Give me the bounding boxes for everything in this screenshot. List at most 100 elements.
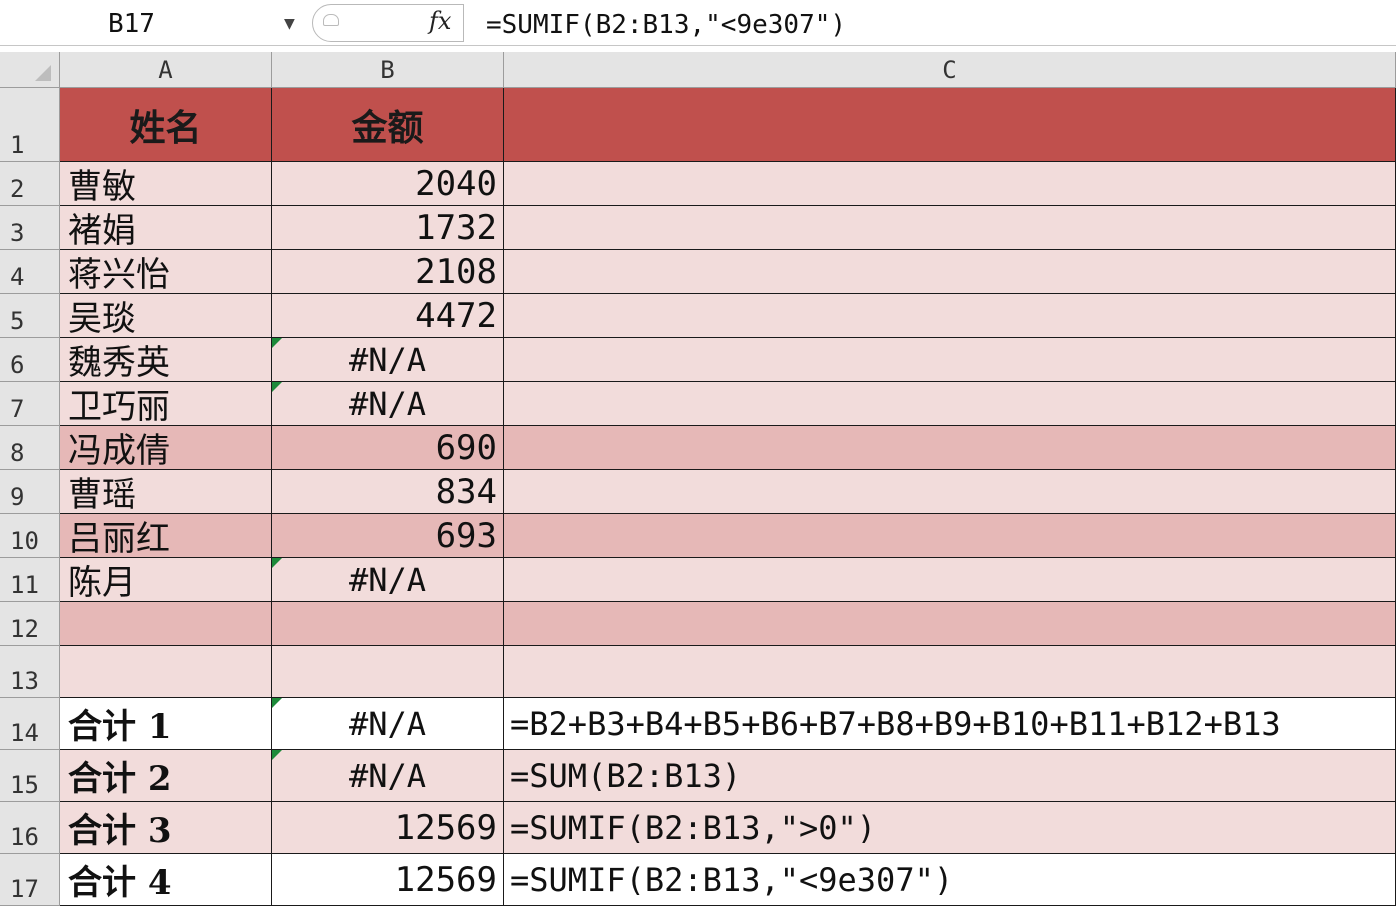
- row-header-13[interactable]: 13: [0, 646, 60, 698]
- row-header-15[interactable]: 15: [0, 750, 60, 802]
- column-header-a[interactable]: A: [60, 52, 272, 88]
- cell-c7[interactable]: [504, 382, 1396, 426]
- cell-c16[interactable]: =SUMIF(B2:B13,">0"): [504, 802, 1396, 854]
- cell-a17[interactable]: 合计 4: [60, 854, 272, 906]
- error-indicator-icon[interactable]: [272, 338, 282, 348]
- cell-c15[interactable]: =SUM(B2:B13): [504, 750, 1396, 802]
- row-header-11[interactable]: 11: [0, 558, 60, 602]
- cell-b1[interactable]: 金额: [272, 88, 504, 162]
- row-header-16[interactable]: 16: [0, 802, 60, 854]
- cell-c6[interactable]: [504, 338, 1396, 382]
- row-header-9[interactable]: 9: [0, 470, 60, 514]
- cell-b6-value: #N/A: [348, 340, 427, 379]
- cell-a7[interactable]: 卫巧丽: [60, 382, 272, 426]
- cell-b5-value: 4472: [415, 295, 497, 336]
- cell-a2[interactable]: 曹敏: [60, 162, 272, 206]
- insert-function-handle-icon[interactable]: [323, 14, 339, 26]
- name-box-value[interactable]: B17: [108, 6, 155, 42]
- error-indicator-icon[interactable]: [272, 382, 282, 392]
- cell-b1-value: 金额: [351, 106, 424, 149]
- cell-c13[interactable]: [504, 646, 1396, 698]
- cell-a3[interactable]: 褚娟: [60, 206, 272, 250]
- row-header-1[interactable]: 1: [0, 88, 60, 162]
- cell-c3[interactable]: [504, 206, 1396, 250]
- cell-c5[interactable]: [504, 294, 1396, 338]
- cell-a1[interactable]: 姓名: [60, 88, 272, 162]
- cell-b15-value: #N/A: [348, 756, 427, 795]
- cell-c4[interactable]: [504, 250, 1396, 294]
- cell-a8[interactable]: 冯成倩: [60, 426, 272, 470]
- error-indicator-icon[interactable]: [272, 750, 282, 760]
- cell-c9[interactable]: [504, 470, 1396, 514]
- cell-a10[interactable]: 吕丽红: [60, 514, 272, 558]
- cell-c1[interactable]: [504, 88, 1396, 162]
- cell-b9[interactable]: 834: [272, 470, 504, 514]
- row-header-5[interactable]: 5: [0, 294, 60, 338]
- cell-a11[interactable]: 陈月: [60, 558, 272, 602]
- column-header-b[interactable]: B: [272, 52, 504, 88]
- cell-b8[interactable]: 690: [272, 426, 504, 470]
- select-all-icon: [35, 65, 51, 81]
- row-header-4[interactable]: 4: [0, 250, 60, 294]
- row-header-17[interactable]: 17: [0, 854, 60, 906]
- cell-b12[interactable]: [272, 602, 504, 646]
- cell-b13[interactable]: [272, 646, 504, 698]
- cell-b5[interactable]: 4472: [272, 294, 504, 338]
- cell-b15[interactable]: #N/A: [272, 750, 504, 802]
- row-header-8[interactable]: 8: [0, 426, 60, 470]
- cell-a13[interactable]: [60, 646, 272, 698]
- cell-b10-value: 693: [435, 515, 497, 556]
- row-header-10[interactable]: 10: [0, 514, 60, 558]
- cell-a4[interactable]: 蒋兴怡: [60, 250, 272, 294]
- function-area: fx: [312, 4, 464, 42]
- row-header-2[interactable]: 2: [0, 162, 60, 206]
- cell-b16[interactable]: 12569: [272, 802, 504, 854]
- cell-b9-value: 834: [435, 471, 497, 512]
- cell-b3-value: 1732: [415, 207, 497, 248]
- cell-b6[interactable]: #N/A: [272, 338, 504, 382]
- cell-b16-value: 12569: [394, 807, 497, 848]
- cell-a14[interactable]: 合计 1: [60, 698, 272, 750]
- cell-b11-value: #N/A: [348, 560, 427, 599]
- cell-a15[interactable]: 合计 2: [60, 750, 272, 802]
- worksheet-grid: A B C 1 姓名 金额 2 曹敏 2040 3 褚娟 1732 4 蒋兴怡 2108 5 吴琰 4472…: [0, 52, 1396, 906]
- cell-b11[interactable]: #N/A: [272, 558, 504, 602]
- formula-input[interactable]: =SUMIF(B2:B13,"<9e307"): [486, 6, 846, 44]
- cell-c12[interactable]: [504, 602, 1396, 646]
- chevron-down-icon[interactable]: ▼: [284, 6, 295, 42]
- insert-function-icon[interactable]: fx: [429, 7, 451, 35]
- column-header-c[interactable]: C: [504, 52, 1396, 88]
- cell-a16[interactable]: 合计 3: [60, 802, 272, 854]
- cell-a6[interactable]: 魏秀英: [60, 338, 272, 382]
- cell-b3[interactable]: 1732: [272, 206, 504, 250]
- row-header-6[interactable]: 6: [0, 338, 60, 382]
- cell-b14[interactable]: #N/A: [272, 698, 504, 750]
- error-indicator-icon[interactable]: [272, 558, 282, 568]
- row-header-12[interactable]: 12: [0, 602, 60, 646]
- cell-b2-value: 2040: [415, 163, 497, 204]
- select-all-corner[interactable]: [0, 52, 60, 88]
- cell-c17[interactable]: =SUMIF(B2:B13,"<9e307"): [504, 854, 1396, 906]
- row-header-3[interactable]: 3: [0, 206, 60, 250]
- error-indicator-icon[interactable]: [272, 698, 282, 708]
- cell-b7[interactable]: #N/A: [272, 382, 504, 426]
- cell-b14-value: #N/A: [348, 704, 427, 743]
- cell-c11[interactable]: [504, 558, 1396, 602]
- cell-c8[interactable]: [504, 426, 1396, 470]
- row-header-14[interactable]: 14: [0, 698, 60, 750]
- cell-a9[interactable]: 曹瑶: [60, 470, 272, 514]
- cell-b2[interactable]: 2040: [272, 162, 504, 206]
- cell-b4[interactable]: 2108: [272, 250, 504, 294]
- cell-b10[interactable]: 693: [272, 514, 504, 558]
- cell-a12[interactable]: [60, 602, 272, 646]
- cell-b4-value: 2108: [415, 251, 497, 292]
- cell-b7-value: #N/A: [348, 384, 427, 423]
- cell-a5[interactable]: 吴琰: [60, 294, 272, 338]
- cell-b17[interactable]: 12569: [272, 854, 504, 906]
- row-header-7[interactable]: 7: [0, 382, 60, 426]
- cell-c2[interactable]: [504, 162, 1396, 206]
- cell-b17-value: 12569: [394, 859, 497, 900]
- name-box[interactable]: B17 ▼: [0, 6, 306, 42]
- cell-c14[interactable]: =B2+B3+B4+B5+B6+B7+B8+B9+B10+B11+B12+B13: [504, 698, 1396, 750]
- cell-c10[interactable]: [504, 514, 1396, 558]
